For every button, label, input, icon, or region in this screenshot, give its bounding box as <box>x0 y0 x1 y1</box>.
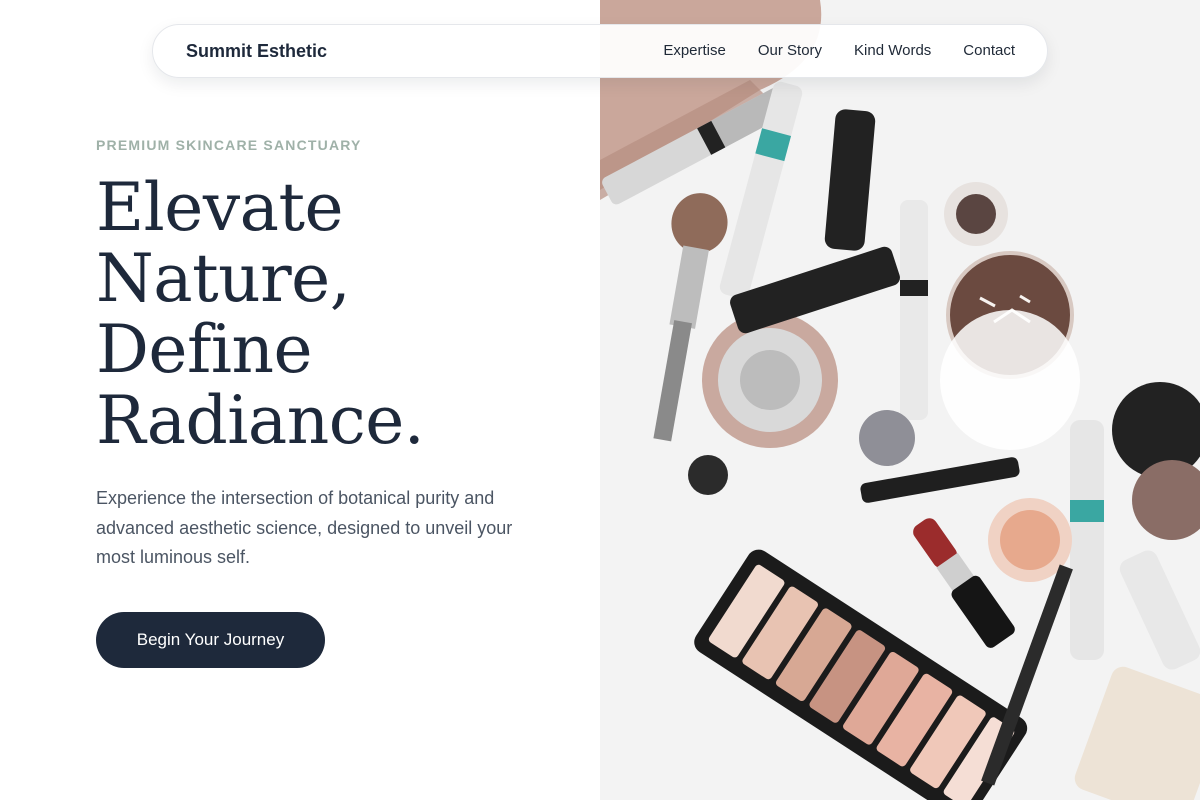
headline-line: Elevate <box>96 169 344 246</box>
begin-journey-button[interactable]: Begin Your Journey <box>96 612 325 668</box>
nav-link-contact[interactable]: Contact <box>963 42 1015 59</box>
headline-line: Nature, <box>96 240 351 317</box>
nav-links: Expertise Our Story Kind Words Contact <box>663 42 1015 59</box>
nav-link-kind-words[interactable]: Kind Words <box>854 42 931 59</box>
headline-line: Radiance. <box>96 382 425 459</box>
nav-link-expertise[interactable]: Expertise <box>663 42 726 59</box>
nav-link-our-story[interactable]: Our Story <box>758 42 822 59</box>
brand-logo[interactable]: Summit Esthetic <box>186 41 327 62</box>
headline-line: Define <box>96 311 313 388</box>
hero-image <box>600 0 1200 800</box>
hero-description: Experience the intersection of botanical… <box>96 488 513 567</box>
hero-headline: Elevate Nature, Define Radiance. <box>96 172 576 456</box>
makeup-flatlay-illustration <box>600 0 1200 800</box>
hero-content: PREMIUM SKINCARE SANCTUARY Elevate Natur… <box>0 0 600 800</box>
hero-eyebrow: PREMIUM SKINCARE SANCTUARY <box>96 137 362 153</box>
top-navigation: Summit Esthetic Expertise Our Story Kind… <box>152 24 1048 78</box>
